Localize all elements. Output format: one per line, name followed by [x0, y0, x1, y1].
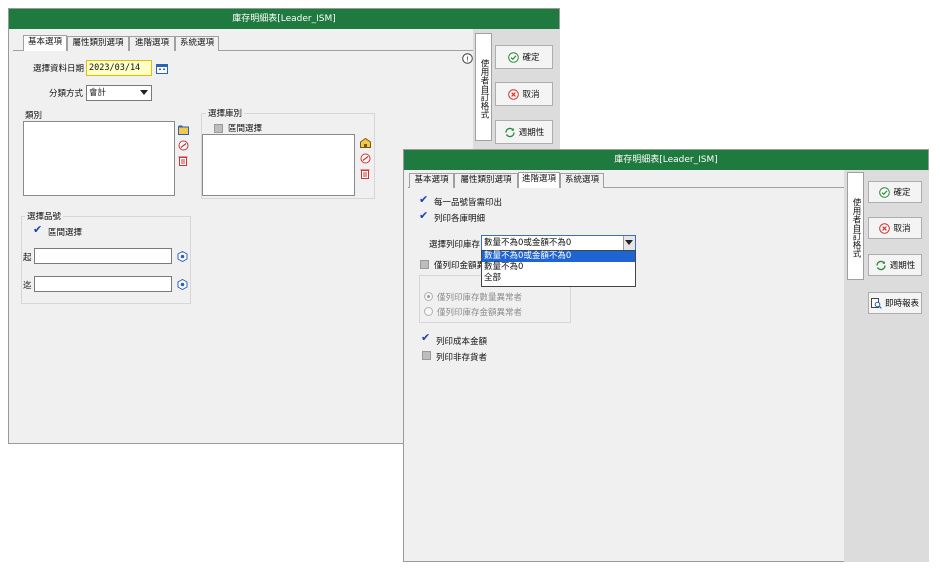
warehouse-icon[interactable]	[359, 137, 371, 149]
classify-select-value: 會計	[89, 88, 107, 98]
from-input[interactable]	[34, 248, 172, 264]
front-periodic-button[interactable]: 週期性	[868, 254, 922, 276]
check-circle-icon	[879, 186, 891, 198]
front-custom-format-tab[interactable]: 使用者自訂格式	[847, 172, 864, 280]
to-label: 迄	[23, 281, 32, 291]
refresh-icon	[875, 260, 887, 271]
print-cost-label: 列印成本金額	[436, 337, 488, 347]
check-icon[interactable]: ✔	[33, 224, 42, 235]
warehouse-range-checkbox[interactable]	[214, 124, 223, 133]
back-tab-attribute[interactable]: 屬性類別選項	[67, 36, 129, 51]
remove-icon[interactable]	[359, 152, 371, 164]
lookup-icon[interactable]	[176, 278, 188, 290]
trash-icon[interactable]	[359, 167, 371, 179]
remove-icon[interactable]	[177, 139, 189, 151]
check-icon[interactable]: ✔	[419, 194, 428, 205]
back-cancel-button[interactable]: 取消	[495, 82, 553, 106]
from-label: 起	[23, 253, 32, 263]
back-window-title: 庫存明細表[Leader_ISM]	[9, 9, 559, 29]
check-circle-icon	[508, 51, 520, 63]
front-tab-basic[interactable]: 基本選項	[409, 173, 454, 188]
select-stock-value: 數量不為0或金額不為0	[484, 238, 572, 248]
stock-options-list[interactable]: 數量不為0或金額不為0 數量不為0 全部	[481, 250, 636, 287]
report-search-icon	[870, 297, 882, 309]
warehouse-label: 選擇庫別	[206, 107, 245, 119]
front-tab-system[interactable]: 系統選項	[560, 173, 604, 188]
check-icon[interactable]: ✔	[421, 332, 430, 343]
category-label: 類別	[25, 111, 43, 121]
print-no-stock-label: 列印非存貨者	[436, 353, 488, 363]
product-label: 選擇品號	[25, 210, 64, 222]
chevron-down-icon	[140, 90, 148, 95]
print-no-stock-checkbox[interactable]	[422, 351, 431, 360]
back-custom-format-tab[interactable]: 使用者自訂格式	[475, 33, 492, 141]
front-ok-button[interactable]: 確定	[868, 181, 922, 203]
classify-label: 分類方式	[49, 89, 84, 99]
warehouse-list[interactable]	[202, 134, 355, 196]
category-list[interactable]	[23, 121, 175, 196]
front-window: 庫存明細表[Leader_ISM] 基本選項 屬性類別選項 進階選項 系統選項 …	[403, 149, 929, 562]
front-periodic-label: 週期性	[889, 261, 916, 271]
classify-select[interactable]: 會計	[86, 85, 152, 101]
front-tab-attribute[interactable]: 屬性類別選項	[454, 173, 518, 188]
front-cancel-label: 取消	[893, 224, 911, 234]
chevron-down-icon[interactable]	[623, 236, 635, 250]
folder-icon[interactable]	[177, 124, 189, 136]
back-tab-advanced[interactable]: 進階選項	[129, 36, 175, 51]
back-periodic-label: 週期性	[518, 128, 545, 138]
print-warehouse-detail-label: 列印各庫明細	[434, 214, 486, 224]
radio-qty-label: 僅列印庫存數量異常者	[437, 293, 523, 303]
back-cancel-label: 取消	[522, 90, 540, 100]
lookup-icon[interactable]	[176, 250, 188, 262]
back-tab-system[interactable]: 系統選項	[175, 36, 219, 51]
stock-option[interactable]: 數量不為0或金額不為0	[482, 251, 635, 262]
stock-option[interactable]: 全部	[482, 273, 635, 284]
radio-amt[interactable]	[424, 307, 433, 316]
print-abnormal-label: 僅列印金額異	[434, 261, 486, 271]
back-periodic-button[interactable]: 週期性	[495, 120, 553, 144]
stock-option[interactable]: 數量不為0	[482, 262, 635, 273]
back-ok-button[interactable]: 確定	[495, 45, 553, 69]
instant-report-label: 即時報表	[884, 299, 919, 309]
front-ok-label: 確定	[893, 188, 911, 198]
to-input[interactable]	[34, 276, 172, 292]
back-tab-basic[interactable]: 基本選項	[23, 35, 67, 51]
trash-icon[interactable]	[177, 154, 189, 166]
radio-qty[interactable]	[424, 292, 433, 301]
print-abnormal-checkbox[interactable]	[420, 260, 429, 269]
product-range-label: 區間選擇	[48, 228, 83, 238]
check-icon[interactable]: ✔	[419, 210, 428, 221]
back-ok-label: 確定	[522, 53, 540, 63]
refresh-icon	[504, 127, 516, 138]
close-circle-icon	[508, 88, 520, 100]
svg-text:!: !	[466, 55, 469, 63]
radio-amt-label: 僅列印庫存金額異常者	[437, 308, 523, 318]
instant-report-button[interactable]: 即時報表	[868, 292, 922, 314]
help-icon[interactable]: !	[461, 52, 473, 64]
front-window-title: 庫存明細表[Leader_ISM]	[404, 150, 928, 170]
select-stock-label: 選擇列印庫存	[429, 240, 481, 250]
front-cancel-button[interactable]: 取消	[868, 217, 922, 239]
date-label: 選擇資料日期	[33, 64, 85, 74]
date-input[interactable]: 2023/03/14	[86, 60, 152, 76]
front-tab-advanced[interactable]: 進階選項	[518, 172, 560, 188]
warehouse-range-label: 區間選擇	[228, 124, 263, 134]
calendar-icon[interactable]	[156, 62, 168, 74]
select-stock-dropdown[interactable]: 數量不為0或金額不為0	[481, 235, 636, 251]
close-circle-icon	[879, 222, 891, 234]
print-each-label: 每一品號皆需印出	[434, 198, 503, 208]
